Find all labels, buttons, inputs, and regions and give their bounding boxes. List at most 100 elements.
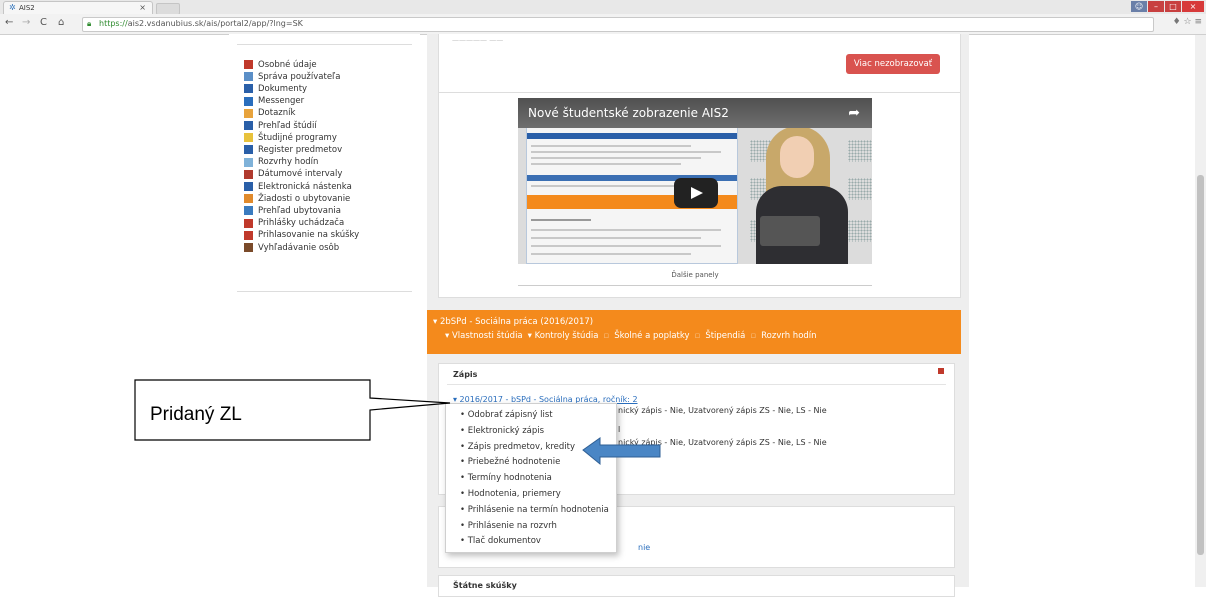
- menu-item[interactable]: Žiadosti o ubytovanie: [244, 193, 350, 204]
- menu-item-label: Osobné údaje: [258, 59, 317, 70]
- menu-item-label: Vyhľadávanie osôb: [258, 242, 340, 253]
- menu-item[interactable]: Študijné programy: [244, 132, 337, 143]
- maximize-button[interactable]: □: [1165, 1, 1181, 12]
- menu-item[interactable]: Prehľad štúdií: [244, 120, 317, 131]
- callout-label: Pridaný ZL: [150, 404, 242, 425]
- enrollment-context-menu: • Odobrať zápisný list • Elektronický záp…: [445, 403, 617, 553]
- tab-title: AIS2: [19, 4, 35, 12]
- study-link[interactable]: Štipendiá: [705, 331, 745, 341]
- menu-item-label: Študijné programy: [258, 132, 337, 143]
- study-title[interactable]: ▾ 2bSPd - Sociálna práca (2016/2017): [433, 317, 593, 327]
- browser-tab-strip: ✲ AIS2 × ☺ – □ ×: [0, 0, 1206, 15]
- share-icon[interactable]: ➦: [848, 105, 860, 121]
- menu-item-label: Žiadosti o ubytovanie: [258, 193, 351, 204]
- dismiss-button[interactable]: Viac nezobrazovať: [846, 54, 940, 74]
- state-exams-panel: Štátne skúšky: [438, 575, 955, 597]
- context-menu-item[interactable]: • Odobrať zápisný list: [460, 410, 553, 420]
- user-profile-icon[interactable]: ☺: [1131, 1, 1147, 12]
- window-controls: ☺ – □ ×: [1131, 1, 1204, 12]
- menu-item-icon: [244, 84, 253, 94]
- context-menu-item[interactable]: • Prihlásenie na rozvrh: [460, 521, 557, 531]
- back-arrow-icon[interactable]: ←: [5, 17, 13, 28]
- enrollment-status-text: nický zápis - Nie, Uzatvorený zápis ZS -…: [618, 406, 827, 415]
- reload-icon[interactable]: C: [40, 17, 47, 28]
- menu-item-icon: [244, 206, 253, 216]
- menu-item-label: Dokumenty: [258, 83, 308, 94]
- flag-icon[interactable]: [938, 368, 944, 374]
- menu-item-label: Elektronická nástenka: [258, 181, 352, 192]
- video-player[interactable]: Nové študentské zobrazenie AIS2 ➦: [518, 98, 872, 264]
- tab-close-icon[interactable]: ×: [139, 3, 146, 12]
- study-header: ▾ 2bSPd - Sociálna práca (2016/2017) ▾ V…: [427, 310, 961, 354]
- forward-arrow-icon[interactable]: →: [22, 17, 30, 28]
- minimize-button[interactable]: –: [1148, 1, 1164, 12]
- menu-item[interactable]: Prihlasovanie na skúšky: [244, 230, 359, 241]
- video-caption[interactable]: Ďalšie panely: [518, 271, 872, 279]
- study-link[interactable]: Rozvrh hodín: [761, 331, 816, 341]
- menu-item-icon: [244, 96, 253, 106]
- enrollment-row-fragment: l: [618, 425, 621, 434]
- context-menu-item[interactable]: • Prihlásenie na termín hodnotenia: [460, 505, 609, 515]
- lock-icon: 🔒︎: [87, 19, 92, 28]
- menu-item[interactable]: Rozvrhy hodín: [244, 157, 318, 168]
- ais-favicon-icon: ✲: [9, 3, 16, 12]
- close-window-button[interactable]: ×: [1182, 1, 1204, 12]
- study-links: ▾ Vlastnosti štúdia ▾ Kontroly štúdia ▫ Ško…: [445, 331, 817, 341]
- menu-item[interactable]: Dokumenty: [244, 83, 307, 94]
- context-menu-item[interactable]: • Termíny hodnotenia: [460, 473, 552, 483]
- link-separator: ▫: [694, 331, 701, 341]
- menu-item-label: Prehľad ubytovania: [258, 205, 341, 216]
- context-menu-item[interactable]: • Zápis predmetov, kredity: [460, 442, 575, 452]
- menu-item-label: Dátumové intervaly: [258, 169, 343, 180]
- menu-item-label: Register predmetov: [258, 144, 343, 155]
- menu-item[interactable]: Prihlášky uchádzača: [244, 218, 344, 229]
- menu-item-label: Prihlasovanie na skúšky: [258, 230, 360, 241]
- menu-item-icon: [244, 133, 253, 143]
- menu-item[interactable]: Messenger: [244, 96, 304, 107]
- menu-item[interactable]: Register predmetov: [244, 144, 342, 155]
- video-title[interactable]: Nové študentské zobrazenie AIS2: [528, 106, 729, 120]
- menu-item-icon: [244, 157, 253, 167]
- menu-item[interactable]: Vyhľadávanie osôb: [244, 242, 339, 253]
- browser-toolbar: ← → C ⌂ 🔒︎ https://ais2.vsdanubius.sk/ai…: [0, 14, 1206, 35]
- menu-item-icon: [244, 121, 253, 130]
- divider: [237, 291, 412, 292]
- menu-item-label: Správa používateľa: [258, 71, 341, 82]
- menu-item-icon: [244, 60, 253, 69]
- menu-item-icon: [244, 169, 253, 179]
- context-menu-item[interactable]: • Hodnotenia, priemery: [460, 489, 561, 499]
- scrollbar-thumb[interactable]: [1197, 175, 1204, 555]
- menu-item[interactable]: Elektronická nástenka: [244, 181, 352, 192]
- divider: [237, 44, 412, 45]
- menu-item-label: Prehľad štúdií: [258, 120, 317, 131]
- menu-item[interactable]: Dátumové intervaly: [244, 169, 342, 180]
- context-menu-item[interactable]: • Priebežné hodnotenie: [460, 457, 560, 467]
- home-icon[interactable]: ⌂: [58, 17, 64, 28]
- divider: [518, 285, 872, 286]
- enrollment-status-text: nický zápis - Nie, Uzatvorený zápis ZS -…: [618, 438, 827, 447]
- study-link[interactable]: Školné a poplatky: [614, 331, 689, 341]
- panel-link-fragment[interactable]: nie: [638, 543, 650, 552]
- menu-item-icon: [244, 108, 253, 118]
- scrollbar[interactable]: [1195, 35, 1206, 587]
- menu-item[interactable]: Dotazník: [244, 108, 295, 119]
- menu-item-label: Prihlášky uchádzača: [258, 218, 345, 229]
- menu-item-label: Rozvrhy hodín: [258, 157, 319, 168]
- context-menu-item[interactable]: • Elektronický zápis: [460, 426, 544, 436]
- menu-item-icon: [244, 194, 253, 204]
- panel-title: Zápis: [453, 370, 478, 379]
- link-separator: ▫: [750, 331, 757, 341]
- address-bar[interactable]: 🔒︎ https://ais2.vsdanubius.sk/ais/portal…: [82, 17, 1154, 32]
- play-button[interactable]: [674, 178, 718, 208]
- menu-item[interactable]: Správa používateľa: [244, 71, 340, 82]
- context-menu-item[interactable]: • Tlač dokumentov: [460, 536, 541, 546]
- bookmark-star-icon[interactable]: ♦ ☆ ≡: [1173, 17, 1202, 27]
- browser-tab[interactable]: ✲ AIS2 ×: [3, 1, 153, 15]
- menu-item-icon: [244, 243, 253, 252]
- study-link[interactable]: ▾ Kontroly štúdia: [528, 331, 599, 341]
- url-text: https://ais2.vsdanubius.sk/ais/portal2/a…: [99, 19, 303, 28]
- menu-item-icon: [244, 182, 253, 191]
- study-link[interactable]: ▾ Vlastnosti štúdia: [445, 331, 523, 341]
- menu-item[interactable]: Osobné údaje: [244, 59, 317, 70]
- menu-item[interactable]: Prehľad ubytovania: [244, 205, 341, 216]
